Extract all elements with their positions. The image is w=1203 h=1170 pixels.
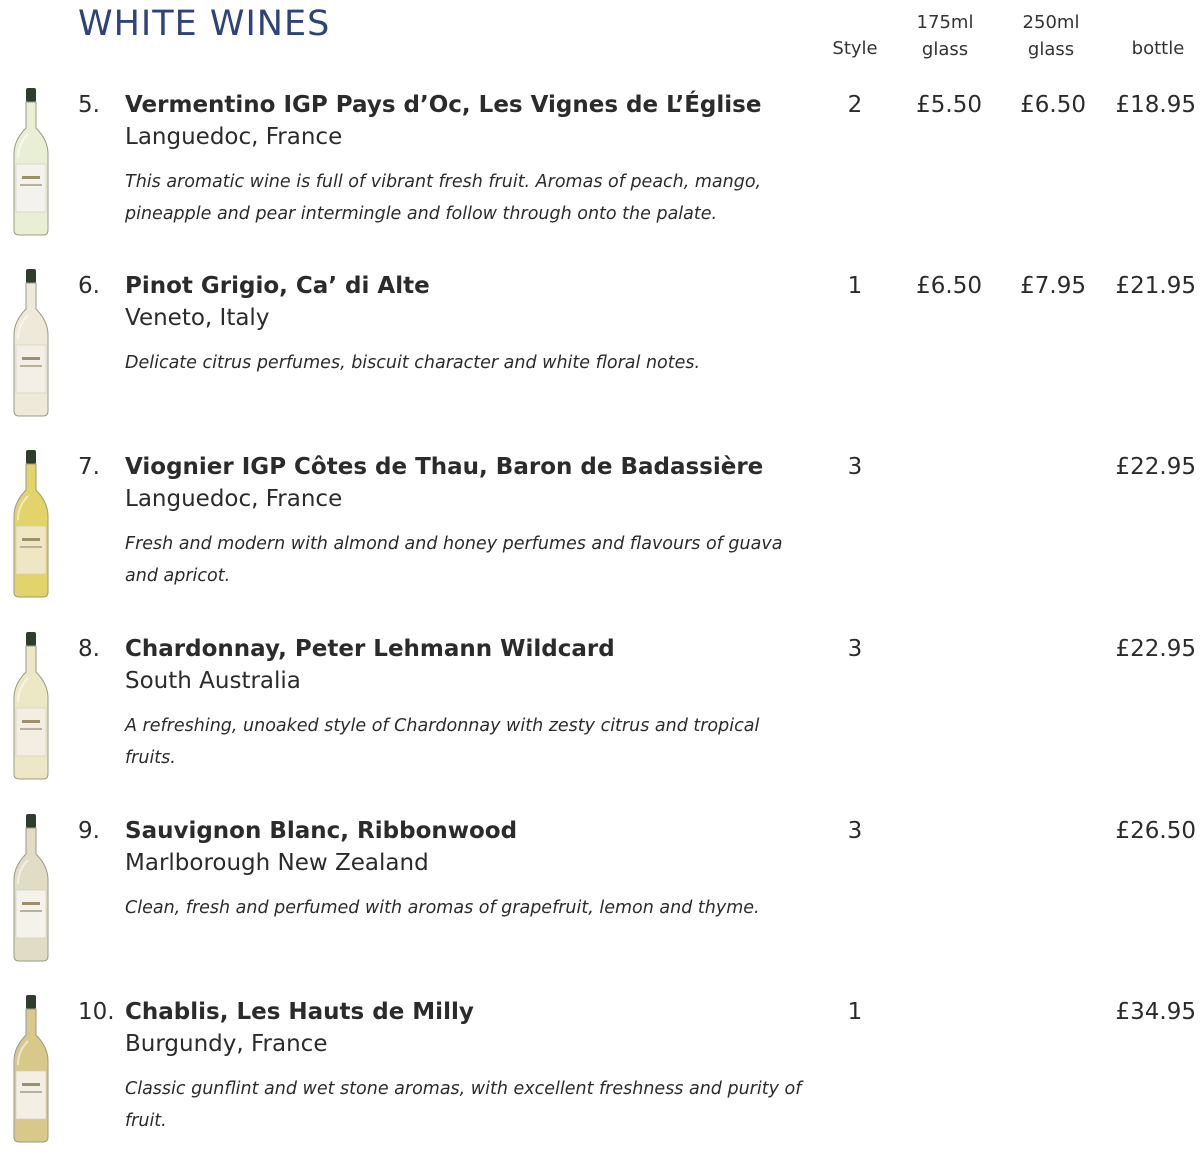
column-header-250ml-unit: glass — [1027, 39, 1075, 60]
wine-number: 9. — [78, 818, 100, 844]
wine-style: 3 — [847, 636, 863, 662]
wine-item-5: 5. Vermentino IGP Pays d’Oc, Les Vignes … — [0, 88, 1203, 263]
wine-item-8: 8. Chardonnay, Peter Lehmann Wildcard So… — [0, 632, 1203, 807]
wine-style: 3 — [847, 454, 863, 480]
white-wine-bottle-icon — [10, 269, 52, 417]
wine-description: A refreshing, unoaked style of Chardonna… — [125, 716, 760, 768]
wine-description: Delicate citrus perfumes, biscuit charac… — [125, 353, 701, 373]
column-header-style-label: Style — [832, 38, 878, 59]
wine-style: 1 — [847, 999, 863, 1025]
wine-number: 6. — [78, 273, 100, 299]
wine-name: Pinot Grigio, Ca’ di Alte — [125, 273, 430, 299]
wine-style: 2 — [847, 92, 863, 118]
column-header-style: Style — [805, 35, 905, 62]
wine-region: Languedoc, France — [125, 486, 343, 512]
wine-style: 1 — [847, 273, 863, 299]
white-wine-bottle-icon — [10, 632, 52, 780]
wine-region: Burgundy, France — [125, 1031, 328, 1057]
price-bottle: £22.95 — [1115, 636, 1196, 662]
wine-name: Sauvignon Blanc, Ribbonwood — [125, 818, 518, 844]
white-wine-bottle-icon — [10, 995, 52, 1143]
wine-item-9: 9. Sauvignon Blanc, Ribbonwood Marlborou… — [0, 814, 1203, 989]
wine-number: 8. — [78, 636, 100, 662]
price-175ml: £5.50 — [916, 92, 982, 118]
price-175ml: £6.50 — [916, 273, 982, 299]
column-header-250ml: 250ml glass — [1001, 9, 1101, 63]
wine-item-6: 6. Pinot Grigio, Ca’ di Alte Veneto, Ita… — [0, 269, 1203, 444]
column-header-175ml-unit: glass — [921, 39, 969, 60]
column-header-bottle-label: bottle — [1131, 38, 1185, 59]
wine-description: Clean, fresh and perfumed with aromas of… — [125, 898, 760, 918]
column-header-250ml-size: 250ml — [1022, 12, 1080, 33]
price-bottle: £26.50 — [1115, 818, 1196, 844]
white-wine-bottle-icon — [10, 88, 52, 236]
column-header-175ml: 175ml glass — [895, 9, 995, 63]
column-header-bottle: bottle — [1108, 35, 1203, 62]
price-250ml: £6.50 — [1020, 92, 1086, 118]
price-bottle: £22.95 — [1115, 454, 1196, 480]
white-wine-bottle-icon — [10, 814, 52, 962]
wine-style: 3 — [847, 818, 863, 844]
wine-region: Veneto, Italy — [125, 305, 270, 331]
price-bottle: £34.95 — [1115, 999, 1196, 1025]
page-title: WHITE WINES — [78, 4, 331, 44]
wine-name: Viognier IGP Côtes de Thau, Baron de Bad… — [125, 454, 764, 480]
wine-description: Fresh and modern with almond and honey p… — [125, 534, 783, 586]
price-bottle: £21.95 — [1115, 273, 1196, 299]
wine-item-10: 10. Chablis, Les Hauts de Milly Burgundy… — [0, 995, 1203, 1170]
white-wine-bottle-icon — [10, 450, 52, 598]
wine-name: Chablis, Les Hauts de Milly — [125, 999, 474, 1025]
wine-number: 5. — [78, 92, 100, 118]
wine-region: Languedoc, France — [125, 124, 343, 150]
wine-name: Vermentino IGP Pays d’Oc, Les Vignes de … — [125, 92, 762, 118]
wine-item-7: 7. Viognier IGP Côtes de Thau, Baron de … — [0, 450, 1203, 625]
wine-name: Chardonnay, Peter Lehmann Wildcard — [125, 636, 615, 662]
wine-description: Classic gunflint and wet stone aromas, w… — [125, 1079, 802, 1131]
wine-region: Marlborough New Zealand — [125, 850, 429, 876]
wine-number: 10. — [78, 999, 115, 1025]
column-header-175ml-size: 175ml — [916, 12, 974, 33]
price-bottle: £18.95 — [1115, 92, 1196, 118]
price-250ml: £7.95 — [1020, 273, 1086, 299]
wine-region: South Australia — [125, 668, 301, 694]
wine-description: This aromatic wine is full of vibrant fr… — [125, 172, 762, 224]
wine-number: 7. — [78, 454, 100, 480]
